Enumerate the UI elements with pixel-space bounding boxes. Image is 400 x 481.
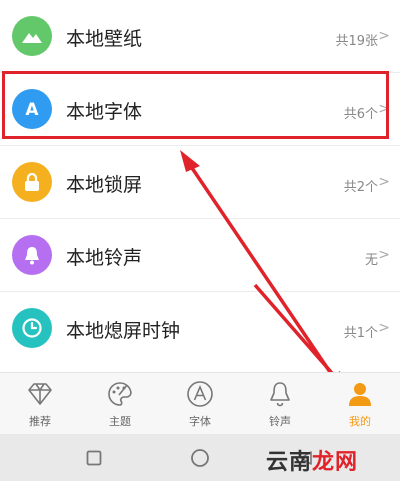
- list-item-count: 共1个: [343, 326, 378, 341]
- tab-label: 我的: [349, 415, 371, 428]
- bell-outline-icon: [270, 382, 290, 407]
- letter-a-outline-icon: [187, 381, 213, 407]
- watermark: 云南龙网: [266, 444, 358, 476]
- chevron-right-icon: >: [378, 174, 390, 190]
- chevron-right-icon: >: [378, 247, 390, 263]
- list-item-aod-clock[interactable]: 本地熄屏时钟 共1个 >: [0, 291, 400, 364]
- tab-label: 铃声: [269, 415, 291, 428]
- chevron-right-icon: >: [378, 320, 390, 336]
- letter-a-icon: A: [12, 89, 52, 129]
- tab-label: 主题: [109, 415, 131, 428]
- list-item-label: 本地铃声: [66, 247, 143, 269]
- list-item-count: 无: [364, 253, 378, 268]
- home-icon: [191, 448, 209, 467]
- person-icon: [349, 383, 371, 406]
- tab-label: 字体: [189, 415, 211, 428]
- clock-icon: [12, 308, 52, 348]
- bell-icon: [12, 235, 52, 275]
- list-item-count: 共6个: [343, 107, 378, 122]
- tab-ringtone[interactable]: 铃声: [240, 379, 320, 429]
- tab-theme[interactable]: 主题: [80, 379, 160, 429]
- mountain-icon: [12, 16, 52, 56]
- palette-icon: [108, 382, 132, 406]
- bottom-tab-bar: 推荐 主题 字体 铃声 我的: [0, 372, 400, 435]
- lock-icon: [12, 162, 52, 202]
- list-item-fonts[interactable]: A 本地字体 共6个 >: [0, 72, 400, 145]
- recent-apps-button[interactable]: [82, 446, 106, 470]
- tab-font[interactable]: 字体: [160, 379, 240, 429]
- home-button[interactable]: [188, 446, 212, 470]
- tab-recommend[interactable]: 推荐: [0, 379, 80, 429]
- list-item-lockscreen[interactable]: 本地锁屏 共2个 >: [0, 145, 400, 218]
- chevron-right-icon: >: [378, 101, 390, 117]
- watermark-part2: 龙网: [312, 450, 359, 475]
- list-item-wallpaper[interactable]: 本地壁纸 共19张 >: [0, 0, 400, 72]
- list-item-label: 本地锁屏: [66, 174, 143, 196]
- list-item-label: 本地熄屏时钟: [66, 320, 181, 342]
- recent-apps-icon: [86, 450, 102, 465]
- list-item-count: 共19张: [335, 34, 378, 49]
- diamond-icon: [28, 383, 52, 405]
- watermark-part1: 云南: [266, 450, 313, 475]
- tab-label: 推荐: [29, 415, 51, 428]
- svg-text:A: A: [25, 100, 39, 119]
- list-item-ringtones[interactable]: 本地铃声 无 >: [0, 218, 400, 291]
- chevron-right-icon: >: [378, 28, 390, 44]
- list-item-count: 共2个: [343, 180, 378, 195]
- local-resources-list: 本地壁纸 共19张 > A 本地字体 共6个 > 本地锁屏 共2个 > 本地铃声…: [0, 0, 400, 364]
- list-item-label: 本地字体: [66, 101, 143, 123]
- tab-mine[interactable]: 我的: [320, 379, 400, 429]
- list-item-label: 本地壁纸: [66, 28, 143, 50]
